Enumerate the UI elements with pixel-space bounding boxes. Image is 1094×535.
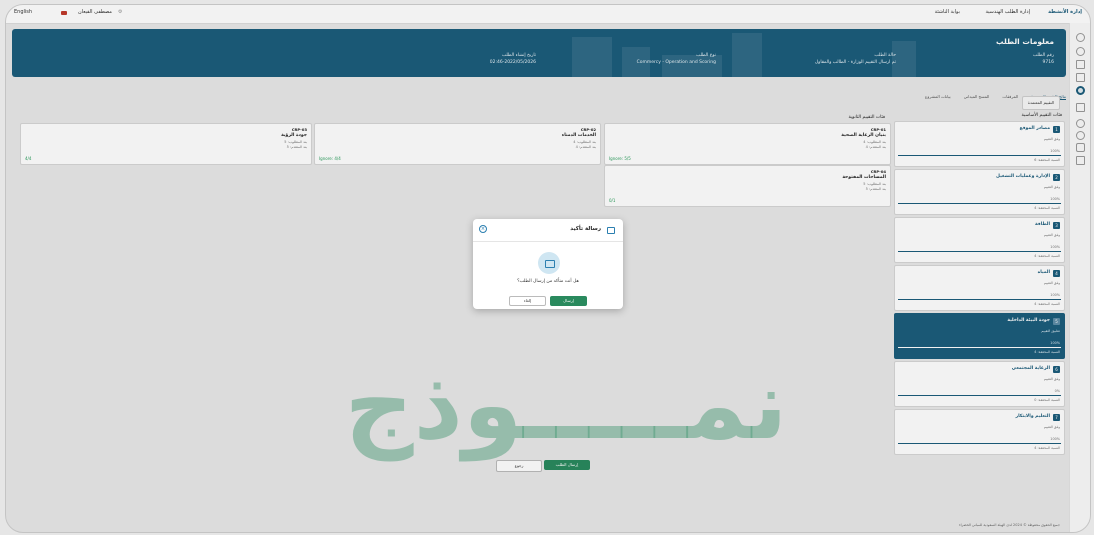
folder-icon-badge (538, 252, 560, 274)
dialog-question: هل أنت متأكد من إرسال الطلب؟ (517, 279, 579, 284)
confirm-dialog: رسالة تأكيد × هل أنت متأكد من إرسال الطل… (473, 219, 623, 309)
dialog-title: رسالة تأكيد (570, 226, 601, 232)
dialog-header: رسالة تأكيد × (473, 219, 623, 242)
cancel-button[interactable]: إلغاء (509, 296, 546, 306)
confirm-send-button[interactable]: إرسال (550, 296, 587, 306)
close-icon[interactable]: × (479, 225, 487, 233)
message-icon (607, 227, 615, 234)
folder-icon (545, 260, 555, 268)
